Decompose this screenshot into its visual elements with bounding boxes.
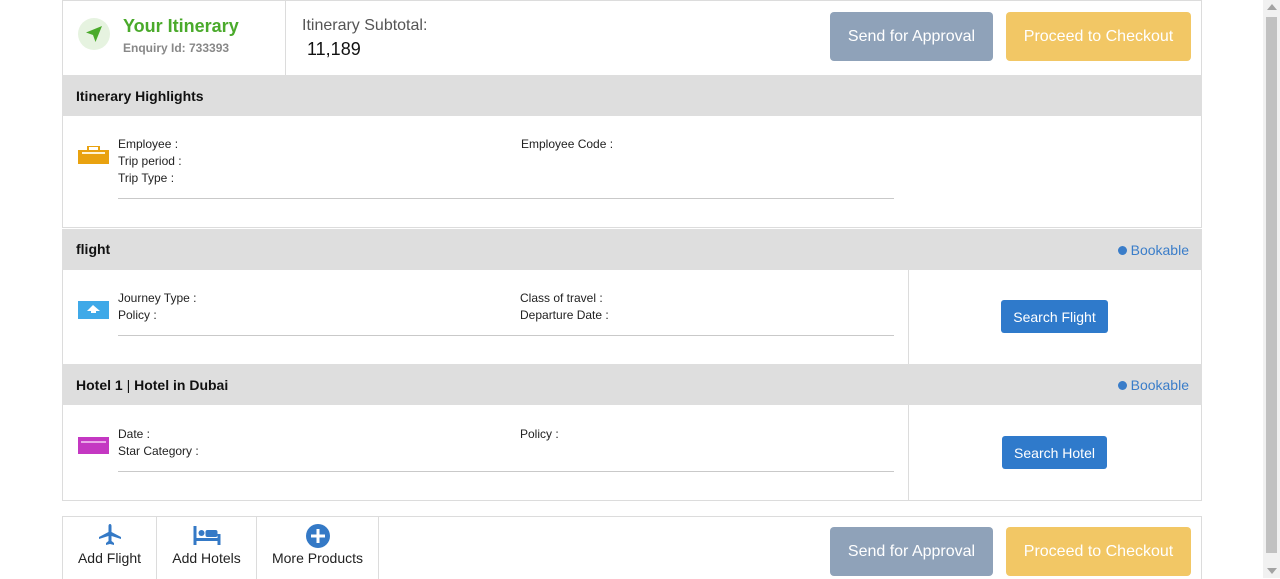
hotel-status-badge: Bookable <box>1117 377 1189 393</box>
flight-ticket-icon <box>78 301 109 324</box>
scroll-down-arrow-icon[interactable] <box>1267 568 1277 574</box>
departure-date-label: Departure Date : <box>520 308 609 322</box>
hotel-title: Hotel 1 | Hotel in Dubai <box>76 377 228 393</box>
footer-proceed-to-checkout-button[interactable]: Proceed to Checkout <box>1006 527 1191 576</box>
flight-status-text: Bookable <box>1130 242 1189 258</box>
itinerary-header: Your Itinerary Enquiry Id: 733393 Itiner… <box>62 0 1202 75</box>
itinerary-title: Your Itinerary <box>123 16 239 36</box>
more-products-tab[interactable]: More Products <box>257 517 379 579</box>
hotel-location: Hotel in Dubai <box>134 377 229 393</box>
footer-send-for-approval-button[interactable]: Send for Approval <box>830 527 993 576</box>
highlights-title: Itinerary Highlights <box>76 88 204 104</box>
proceed-to-checkout-button[interactable]: Proceed to Checkout <box>1006 12 1191 61</box>
highlights-header: Itinerary Highlights <box>62 75 1202 116</box>
plus-circle-icon <box>305 524 330 553</box>
hotel-body: Date : Star Category : Policy : Search H… <box>62 405 1202 501</box>
itinerary-footer: Add Flight Add Hotels More Products Send… <box>62 516 1202 579</box>
employee-code-label: Employee Code : <box>521 137 614 151</box>
hotel-number: Hotel 1 <box>76 377 123 393</box>
itinerary-info: Your Itinerary Enquiry Id: 733393 <box>63 1 286 75</box>
highlights-body: Employee : Trip period : Trip Type : Emp… <box>62 116 1202 228</box>
divider <box>118 471 894 472</box>
search-hotel-button[interactable]: Search Hotel <box>1002 436 1107 469</box>
suitcase-icon <box>78 145 109 169</box>
scroll-up-arrow-icon[interactable] <box>1267 4 1277 10</box>
trip-period-label: Trip period : <box>118 154 182 168</box>
navigation-arrow-icon <box>78 18 110 50</box>
trip-type-label: Trip Type : <box>118 171 175 185</box>
bed-icon <box>193 526 220 550</box>
flight-body: Journey Type : Policy : Class of travel … <box>62 270 1202 365</box>
more-products-label: More Products <box>271 550 364 566</box>
title-separator: | <box>122 377 135 393</box>
status-dot-icon <box>1117 381 1127 390</box>
star-category-label: Star Category : <box>118 444 199 458</box>
class-of-travel-label: Class of travel : <box>520 291 603 305</box>
send-for-approval-button[interactable]: Send for Approval <box>830 12 993 61</box>
flight-policy-label: Policy : <box>118 308 157 322</box>
date-label: Date : <box>118 427 151 441</box>
employee-label: Employee : <box>118 137 179 151</box>
vertical-divider <box>908 270 909 364</box>
vertical-divider <box>908 405 909 500</box>
hotel-header: Hotel 1 | Hotel in Dubai Bookable <box>62 364 1202 405</box>
subtotal-label: Itinerary Subtotal: <box>302 17 428 34</box>
flight-header: flight Bookable <box>62 229 1202 270</box>
subtotal-value: 11,189 <box>307 39 361 59</box>
airplane-icon <box>98 524 122 551</box>
add-hotels-tab[interactable]: Add Hotels <box>157 517 257 579</box>
add-hotels-label: Add Hotels <box>172 550 241 566</box>
page-scrollbar[interactable] <box>1263 0 1280 578</box>
search-flight-button[interactable]: Search Flight <box>1001 300 1108 333</box>
hotel-bed-icon <box>78 437 109 459</box>
hotel-policy-label: Policy : <box>520 427 559 441</box>
enquiry-id: Enquiry Id: 733393 <box>123 41 230 55</box>
hotel-status-text: Bookable <box>1130 377 1189 393</box>
add-flight-tab[interactable]: Add Flight <box>63 517 157 579</box>
divider <box>118 198 894 199</box>
scrollbar-thumb[interactable] <box>1266 17 1277 553</box>
add-flight-label: Add Flight <box>77 550 142 566</box>
journey-type-label: Journey Type : <box>118 291 197 305</box>
divider <box>118 335 894 336</box>
flight-status-badge: Bookable <box>1117 242 1189 258</box>
status-dot-icon <box>1117 246 1127 255</box>
flight-title: flight <box>76 241 111 257</box>
